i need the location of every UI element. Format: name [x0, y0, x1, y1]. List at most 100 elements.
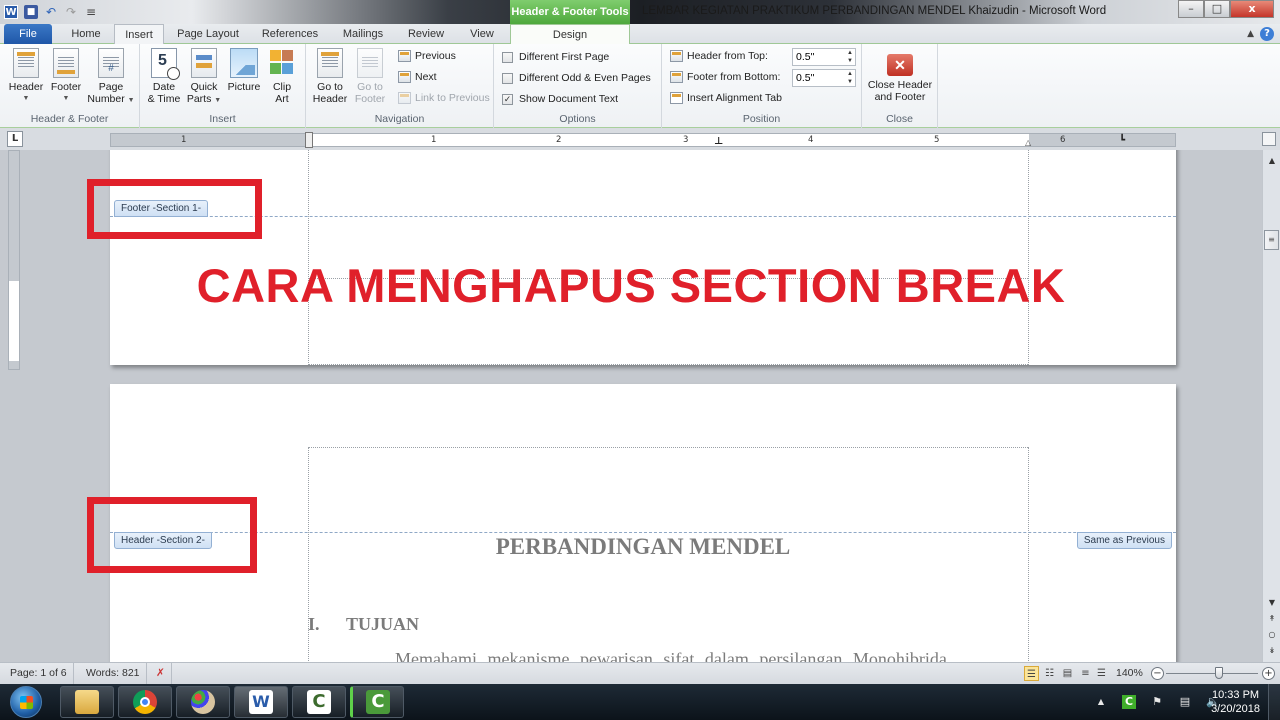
print-layout-view-icon[interactable]: ☰ — [1024, 666, 1039, 681]
word-app-icon[interactable]: W — [4, 5, 18, 19]
date-time-button[interactable]: Date & Time — [144, 48, 184, 105]
taskbar-camtasia-studio[interactable]: C — [350, 686, 404, 718]
next-button[interactable]: Next — [398, 71, 437, 83]
vertical-scrollbar[interactable]: ▲ ≡ ▼ ↟ ○ ↡ — [1262, 150, 1280, 662]
checkbox-icon[interactable] — [502, 51, 513, 63]
network-icon[interactable]: ▤ — [1178, 695, 1192, 709]
tab-review[interactable]: Review — [400, 24, 452, 44]
header-button[interactable]: Header ▼ — [6, 48, 46, 105]
header-from-top-label: Header from Top: — [687, 50, 768, 62]
tab-page-layout[interactable]: Page Layout — [172, 24, 244, 44]
show-desktop-button[interactable] — [1268, 684, 1280, 720]
picture-button[interactable]: Picture — [224, 48, 264, 93]
header-label: Header — [8, 81, 44, 93]
go-to-header-button[interactable]: Go to Header — [310, 48, 350, 105]
web-layout-view-icon[interactable]: ▤ — [1060, 666, 1075, 681]
help-icon[interactable]: ? — [1260, 27, 1274, 41]
footer-from-bottom-input[interactable]: 0.5" ▲ ▼ — [792, 69, 856, 87]
taskbar-chrome[interactable] — [118, 686, 172, 718]
system-clock[interactable]: 10:33 PM 3/20/2018 — [1211, 688, 1260, 716]
footer-button[interactable]: Footer ▼ — [46, 48, 86, 105]
tab-file[interactable]: File — [4, 24, 52, 44]
group-label: Insert — [209, 113, 236, 125]
redo-icon[interactable]: ↷ — [64, 5, 78, 19]
spinner-icon[interactable]: ▲ ▼ — [847, 70, 853, 86]
close-window-button[interactable]: x — [1230, 0, 1274, 18]
outline-view-icon[interactable]: ≡ — [1078, 666, 1093, 681]
tab-home[interactable]: Home — [64, 24, 108, 44]
start-button[interactable] — [10, 686, 42, 718]
alignment-tab-icon — [670, 92, 683, 104]
show-document-text-checkbox[interactable]: ✓ Show Document Text — [502, 93, 618, 105]
tab-references[interactable]: References — [254, 24, 326, 44]
maximize-button[interactable]: □ — [1204, 0, 1230, 18]
tutorial-overlay-title: CARA MENGHAPUS SECTION BREAK — [196, 259, 1066, 312]
link-to-previous-button[interactable]: Link to Previous — [398, 92, 490, 104]
tab-selector-button[interactable]: L — [7, 131, 23, 147]
quick-parts-button[interactable]: Quick Parts ▼ — [184, 48, 224, 107]
full-screen-reading-view-icon[interactable]: ☷ — [1042, 666, 1057, 681]
help-area: ▲ ? — [1247, 27, 1274, 41]
action-center-flag-icon[interactable]: ⚑ — [1150, 695, 1164, 709]
different-odd-even-checkbox[interactable]: Different Odd & Even Pages — [502, 72, 651, 84]
right-tab-marker[interactable]: ┗ — [1119, 135, 1125, 146]
zoom-slider-track[interactable] — [1166, 673, 1258, 674]
ruler-left-margin — [111, 134, 309, 146]
page-number-button[interactable]: Page Number ▼ — [86, 48, 136, 107]
scrollbar-thumb[interactable]: ≡ — [1264, 230, 1279, 250]
date-label-1: Date — [152, 81, 176, 93]
tab-insert[interactable]: Insert — [114, 24, 164, 44]
document-title[interactable]: PERBANDINGAN MENDEL — [110, 534, 1176, 560]
right-indent-marker[interactable]: △ — [1025, 138, 1031, 147]
checkmark-icon[interactable]: ✓ — [502, 93, 513, 105]
page-count[interactable]: Page: 1 of 6 — [4, 663, 74, 684]
previous-button[interactable]: Previous — [398, 50, 456, 62]
body-paragraph[interactable]: Memahami mekanisme pewarisan sifat dalam… — [395, 649, 1028, 662]
proofing-error-icon[interactable]: ✗ — [150, 663, 172, 684]
previous-page-icon[interactable]: ↟ — [1265, 612, 1279, 626]
zoom-out-icon[interactable]: − — [1151, 667, 1164, 680]
different-first-page-checkbox[interactable]: Different First Page — [502, 51, 609, 63]
header-from-top-input[interactable]: 0.5" ▲ ▼ — [792, 48, 856, 66]
view-ruler-button[interactable] — [1262, 132, 1276, 146]
dropdown-caret-icon: ▼ — [214, 97, 222, 104]
folder-icon — [75, 690, 99, 714]
footer-from-bottom-row: Footer from Bottom: — [670, 71, 780, 83]
tab-view[interactable]: View — [460, 24, 504, 44]
camtasia-tray-icon[interactable]: C — [1122, 695, 1136, 709]
scroll-up-icon[interactable]: ▲ — [1265, 154, 1279, 168]
group-position: Header from Top: 0.5" ▲ ▼ Footer from Bot… — [662, 44, 862, 128]
insert-alignment-tab-button[interactable]: Insert Alignment Tab — [670, 92, 782, 104]
next-page-icon[interactable]: ↡ — [1265, 644, 1279, 658]
customize-qat-icon[interactable]: ≡ — [84, 5, 98, 19]
draft-view-icon[interactable]: ☰ — [1094, 666, 1109, 681]
section-heading[interactable]: I. TUJUAN — [308, 614, 419, 635]
center-tab-marker[interactable]: ⊥ — [714, 136, 723, 147]
clip-art-button[interactable]: Clip Art — [264, 48, 300, 105]
zoom-level[interactable]: 140% — [1116, 663, 1143, 684]
zoom-in-icon[interactable]: + — [1262, 667, 1275, 680]
undo-icon[interactable]: ↶ — [44, 5, 58, 19]
checkbox-icon[interactable] — [502, 72, 513, 84]
taskbar-word[interactable]: W — [234, 686, 288, 718]
spinner-icon[interactable]: ▲ ▼ — [847, 49, 853, 65]
page-2[interactable]: Header -Section 2- Same as Previous PERB… — [110, 384, 1176, 662]
show-hidden-icons[interactable]: ▲ — [1094, 695, 1108, 709]
taskbar-camtasia-recorder[interactable]: C — [292, 686, 346, 718]
minimize-button[interactable]: – — [1178, 0, 1204, 18]
tab-mailings[interactable]: Mailings — [334, 24, 392, 44]
go-to-footer-button[interactable]: Go to Footer — [350, 48, 390, 105]
zoom-slider-thumb[interactable] — [1215, 667, 1224, 679]
horizontal-ruler[interactable]: 1 1 2 3 4 5 6 △ ⊥ ┗ — [110, 132, 1176, 148]
taskbar-explorer[interactable] — [60, 686, 114, 718]
indent-marker[interactable] — [305, 132, 313, 148]
tab-design[interactable]: Design — [510, 24, 630, 45]
save-icon[interactable]: ■ — [24, 5, 38, 19]
close-header-footer-button[interactable]: ✕ Close Header and Footer — [864, 50, 936, 103]
taskbar-paint[interactable] — [176, 686, 230, 718]
scroll-down-icon[interactable]: ▼ — [1265, 596, 1279, 610]
minimize-ribbon-icon[interactable]: ▲ — [1247, 29, 1254, 39]
header-position-icon — [670, 50, 683, 62]
word-count[interactable]: Words: 821 — [80, 663, 147, 684]
browse-object-icon[interactable]: ○ — [1265, 628, 1279, 642]
